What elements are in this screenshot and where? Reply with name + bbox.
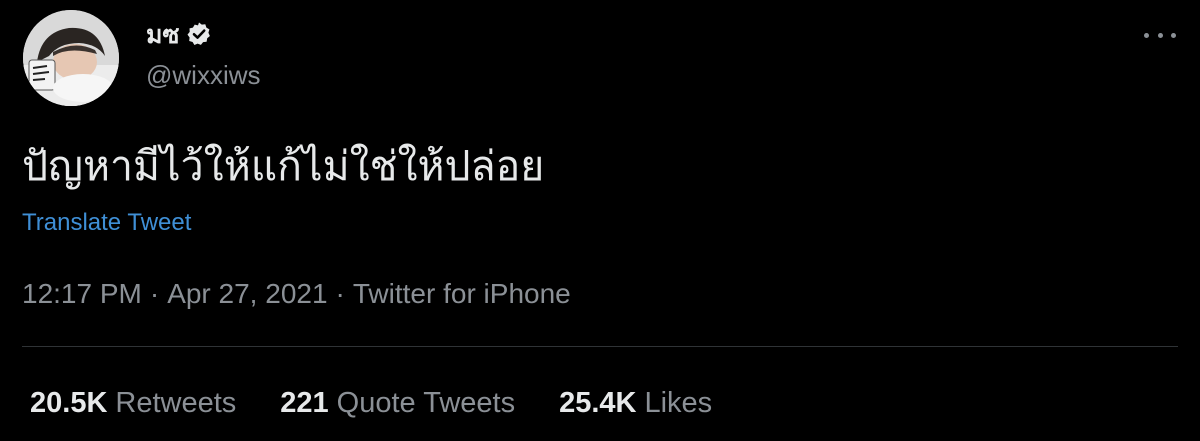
retweets-stat[interactable]: 20.5K Retweets — [30, 389, 236, 418]
author-handle[interactable]: @wixxiws — [146, 62, 261, 88]
tweet-date[interactable]: Apr 27, 2021 — [167, 278, 327, 309]
quote-tweets-label: Quote Tweets — [336, 387, 516, 419]
separator: · — [149, 278, 160, 309]
more-horizontal-icon[interactable] — [1144, 28, 1176, 42]
retweets-count: 20.5K — [30, 387, 108, 419]
quote-tweets-count: 221 — [280, 387, 329, 419]
likes-label: Likes — [644, 387, 713, 419]
tweet-source[interactable]: Twitter for iPhone — [353, 278, 571, 309]
translate-tweet-link[interactable]: Translate Tweet — [22, 211, 191, 235]
tweet-metadata: 12:17 PM · Apr 27, 2021 · Twitter for iPhone — [22, 280, 571, 308]
likes-count: 25.4K — [559, 387, 637, 419]
avatar-photo — [23, 10, 119, 106]
avatar[interactable] — [23, 10, 119, 106]
retweets-label: Retweets — [115, 387, 237, 419]
verified-badge-icon — [186, 21, 212, 47]
quote-tweets-stat[interactable]: 221 Quote Tweets — [280, 389, 515, 418]
author-display-name[interactable]: มซ — [146, 22, 179, 47]
separator: · — [335, 278, 345, 309]
likes-stat[interactable]: 25.4K Likes — [559, 389, 712, 418]
more-dot — [1157, 32, 1163, 38]
more-dot — [1144, 32, 1149, 38]
more-dot — [1171, 32, 1176, 38]
tweet-time[interactable]: 12:17 PM — [22, 278, 142, 309]
engagement-stats: 20.5K Retweets 221 Quote Tweets 25.4K Likes — [30, 389, 712, 418]
author-name-row[interactable]: มซ — [146, 18, 212, 50]
divider — [22, 346, 1178, 347]
tweet-text: ปัญหามีไว้ให้แก้ไม่ใช่ให้ปล่อย — [22, 142, 545, 190]
